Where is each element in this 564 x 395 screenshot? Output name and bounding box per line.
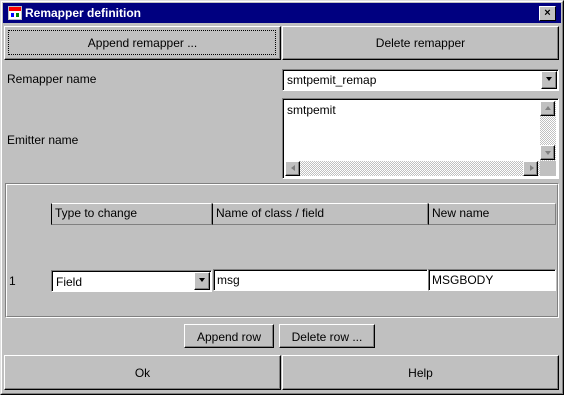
emitter-name-label: Emitter name <box>7 133 79 147</box>
type-dropdown-button[interactable] <box>194 272 210 290</box>
column-header-name[interactable]: Name of class / field <box>212 203 428 225</box>
scrollbar-corner <box>540 161 556 176</box>
remapper-name-select[interactable]: smtpemit_remap <box>282 69 559 91</box>
delete-row-label: Delete row ... <box>291 330 363 344</box>
row-index: 1 <box>9 274 16 288</box>
app-icon <box>8 6 22 20</box>
append-remapper-button[interactable]: Append remapper ... <box>4 26 281 60</box>
emitter-name-textarea[interactable]: smtpemit <box>282 98 559 179</box>
delete-row-button[interactable]: Delete row ... <box>279 324 375 348</box>
type-value: Field <box>56 275 83 289</box>
close-icon: × <box>544 7 551 19</box>
scroll-up-button[interactable] <box>540 101 555 116</box>
remapper-name-dropdown-button[interactable] <box>541 71 557 89</box>
append-row-button[interactable]: Append row <box>184 324 274 348</box>
chevron-down-icon <box>546 77 552 81</box>
title-bar[interactable]: Remapper definition × <box>3 3 561 23</box>
help-button[interactable]: Help <box>282 355 559 390</box>
scroll-down-button[interactable] <box>540 145 555 160</box>
scroll-right-button[interactable] <box>523 161 538 176</box>
emitter-name-value: smtpemit <box>287 103 336 117</box>
window-title: Remapper definition <box>25 6 142 20</box>
class-field-name-value: msg <box>217 273 240 287</box>
arrow-left-icon <box>291 165 295 171</box>
class-field-name-input[interactable]: msg <box>213 269 428 291</box>
ok-button[interactable]: Ok <box>4 355 281 390</box>
help-label: Help <box>408 366 433 380</box>
delete-remapper-button[interactable]: Delete remapper <box>282 26 559 60</box>
ok-label: Ok <box>134 366 151 380</box>
chevron-down-icon <box>199 278 205 282</box>
type-select[interactable]: Field <box>51 270 212 292</box>
append-remapper-label: Append remapper ... <box>87 36 198 50</box>
close-button[interactable]: × <box>539 6 556 21</box>
new-name-input[interactable]: MSGBODY <box>428 269 556 291</box>
horizontal-scrollbar[interactable] <box>285 161 540 176</box>
delete-remapper-label: Delete remapper <box>375 36 466 50</box>
remapper-name-value: smtpemit_remap <box>287 73 377 87</box>
column-header-type[interactable]: Type to change <box>51 203 212 225</box>
append-row-label: Append row <box>196 330 262 344</box>
remapper-name-label: Remapper name <box>7 72 97 86</box>
new-name-value: MSGBODY <box>432 273 494 287</box>
arrow-up-icon <box>545 106 551 110</box>
arrow-right-icon <box>530 165 534 171</box>
scroll-left-button[interactable] <box>285 161 300 176</box>
column-header-new-name[interactable]: New name <box>428 203 556 225</box>
arrow-down-icon <box>545 151 551 155</box>
remap-table-panel: Type to change Name of class / field New… <box>5 183 559 318</box>
